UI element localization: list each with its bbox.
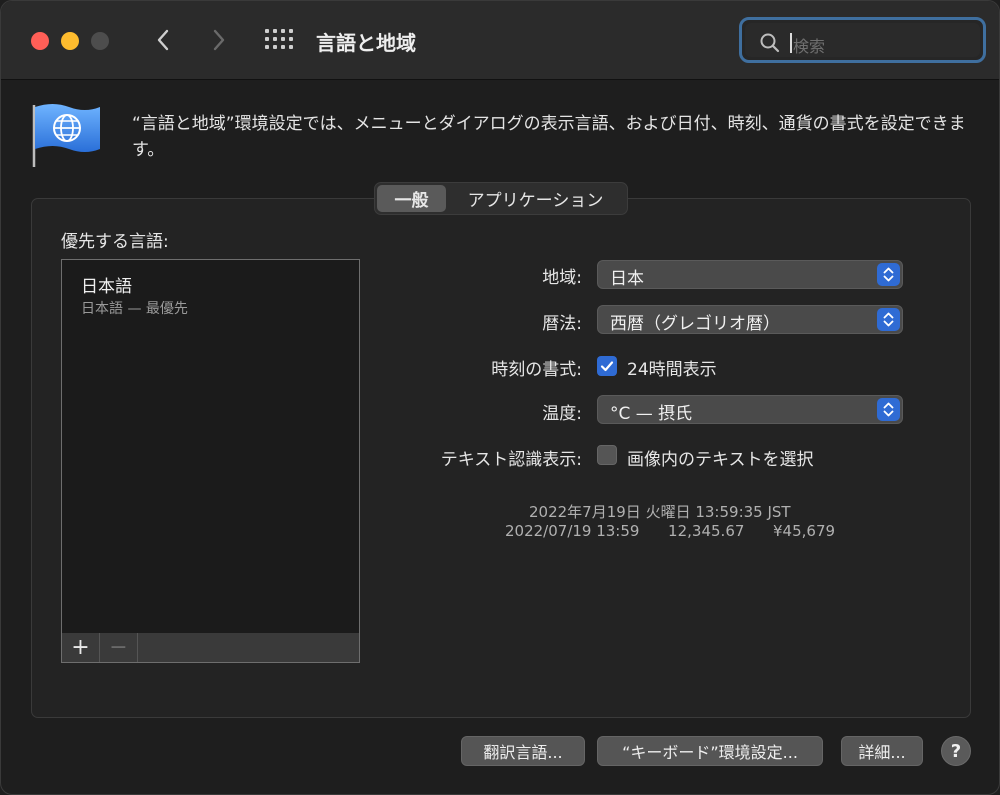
tab-applications[interactable]: アプリケーション [446, 185, 625, 212]
language-item-detail: 日本語 — 最優先 [81, 301, 188, 317]
24-hour-checkbox[interactable] [597, 356, 617, 376]
search-input[interactable]: 検索 [745, 23, 980, 57]
updown-arrows-icon [877, 308, 900, 331]
preferred-languages-label: 優先する言語: [61, 232, 169, 252]
show-all-button[interactable] [263, 26, 295, 54]
language-item-name[interactable]: 日本語 [81, 272, 132, 297]
list-toolbar: + − [61, 633, 360, 663]
remove-language-button[interactable]: − [100, 633, 138, 662]
tab-general[interactable]: 一般 [377, 185, 446, 212]
search-icon [760, 33, 780, 53]
add-language-button[interactable]: + [62, 633, 100, 662]
chevron-right-icon [213, 29, 225, 51]
calendar-label: 暦法: [542, 314, 582, 334]
updown-arrows-icon [877, 398, 900, 421]
translation-languages-button[interactable]: 翻訳言語... [461, 736, 585, 766]
temperature-label: 温度: [542, 404, 582, 424]
search-field[interactable]: 検索 [739, 17, 986, 63]
date-sample: 2022年7月19日 火曜日 13:59:35 JST [529, 503, 791, 521]
description-text: “言語と地域”環境設定では、メニューとダイアログの表示言語、および日付、時刻、通… [132, 114, 966, 160]
updown-arrows-icon [877, 263, 900, 286]
text-caret [790, 33, 792, 53]
time-format-label: 時刻の書式: [491, 360, 582, 380]
checkmark-icon [600, 361, 614, 372]
close-button[interactable] [31, 32, 49, 50]
keyboard-preferences-button[interactable]: “キーボード”環境設定... [597, 736, 823, 766]
advanced-button[interactable]: 詳細... [841, 736, 923, 766]
minimize-button[interactable] [61, 32, 79, 50]
tab-control: 一般 アプリケーション [374, 182, 628, 215]
live-text-checkbox-label[interactable]: 画像内のテキストを選択 [627, 445, 814, 470]
title-bar: 言語と地域 検索 [1, 1, 999, 80]
calendar-value: 西暦（グレゴリオ暦） [610, 314, 780, 334]
number-sample: 2022/07/19 13:59 12,345.67 ¥45,679 [505, 522, 836, 540]
zoom-button[interactable] [91, 32, 109, 50]
temperature-popup[interactable]: °C — 摂氏 [597, 395, 903, 424]
temperature-value: °C — 摂氏 [610, 404, 693, 424]
calendar-popup[interactable]: 西暦（グレゴリオ暦） [597, 305, 903, 334]
language-list[interactable]: 日本語 日本語 — 最優先 [61, 259, 360, 634]
help-button[interactable]: ? [941, 736, 971, 766]
live-text-checkbox[interactable] [597, 445, 617, 465]
region-value: 日本 [610, 269, 644, 289]
globe-flag-icon [32, 104, 100, 167]
chevron-left-icon [157, 29, 169, 51]
back-button[interactable] [148, 25, 178, 55]
live-text-label: テキスト認識表示: [440, 450, 582, 470]
search-placeholder: 検索 [793, 37, 826, 56]
24-hour-checkbox-label[interactable]: 24時間表示 [627, 355, 717, 380]
region-label: 地域: [542, 268, 582, 288]
region-popup[interactable]: 日本 [597, 260, 903, 289]
window-title: 言語と地域 [316, 31, 416, 55]
forward-button[interactable] [204, 25, 234, 55]
window: 言語と地域 検索 “言語と地域”環境設定では、メニューとダイアログの表示言語、お… [0, 0, 1000, 795]
